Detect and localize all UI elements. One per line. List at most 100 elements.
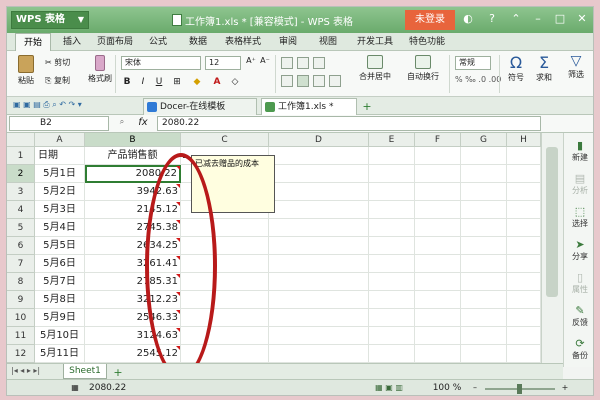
zoom-out-icon[interactable]: – xyxy=(469,383,481,392)
maximize-icon[interactable]: □ xyxy=(551,12,569,25)
number-format-select[interactable]: 常规 xyxy=(455,56,491,70)
column-header-h[interactable]: H xyxy=(507,133,541,147)
empty-cell[interactable] xyxy=(369,291,415,309)
empty-cell[interactable] xyxy=(461,147,507,165)
font-color-icon[interactable]: A xyxy=(211,75,223,89)
tab-developer[interactable]: 开发工具 xyxy=(353,33,397,51)
zoom-in-icon[interactable]: + xyxy=(559,383,571,392)
sidebar-item-3[interactable]: ➤ 分享 xyxy=(564,238,593,262)
login-button[interactable]: 未登录 xyxy=(405,10,455,30)
row-header[interactable]: 9 xyxy=(7,291,35,309)
empty-cell[interactable] xyxy=(269,345,369,363)
scrollbar-thumb[interactable] xyxy=(546,147,558,297)
empty-cell[interactable] xyxy=(415,327,461,345)
column-header-b[interactable]: B xyxy=(85,133,181,147)
formula-input[interactable]: 2080.22 xyxy=(157,116,541,131)
tab-home[interactable]: 开始 xyxy=(15,33,51,51)
select-all-corner[interactable] xyxy=(7,133,35,147)
tab-table-style[interactable]: 表格样式 xyxy=(221,33,265,51)
empty-cell[interactable] xyxy=(461,327,507,345)
skin-icon[interactable]: ◐ xyxy=(459,12,477,25)
header-cell-date[interactable]: 日期 xyxy=(35,147,85,165)
align-middle-icon[interactable] xyxy=(297,57,309,69)
tab-special-features[interactable]: 特色功能 xyxy=(405,33,449,51)
empty-cell[interactable] xyxy=(415,147,461,165)
tab-formulas[interactable]: 公式 xyxy=(143,33,173,51)
sheet-tab-sheet1[interactable]: Sheet1 xyxy=(63,364,107,379)
underline-icon[interactable]: U xyxy=(153,75,165,89)
empty-cell[interactable] xyxy=(415,219,461,237)
view-mode-icons[interactable]: ▦ ▣ ▥ xyxy=(359,383,419,392)
sidebar-item-5[interactable]: ✎ 反馈 xyxy=(564,304,593,328)
empty-cell[interactable] xyxy=(269,183,369,201)
tab-insert[interactable]: 插入 xyxy=(57,33,87,51)
row-header[interactable]: 3 xyxy=(7,183,35,201)
cut-button[interactable]: ✂ 剪切 xyxy=(45,57,85,68)
row-header[interactable]: 11 xyxy=(7,327,35,345)
date-cell[interactable]: 5月9日 xyxy=(35,309,85,327)
wrap-text-button[interactable]: 自动换行 xyxy=(401,55,445,82)
wps-app-menu[interactable]: WPS 表格 ▼ xyxy=(11,11,89,29)
empty-cell[interactable] xyxy=(507,219,541,237)
minimize-icon[interactable]: – xyxy=(529,12,547,25)
empty-cell[interactable] xyxy=(369,219,415,237)
font-size-select[interactable]: 12 xyxy=(205,56,241,70)
justify-icon[interactable] xyxy=(329,75,341,87)
tab-docer-templates[interactable]: Docer-在线模板 xyxy=(143,98,257,115)
sidebar-item-1[interactable]: ▤ 分析 xyxy=(564,172,593,196)
zoom-formula-icon[interactable]: ⌕ xyxy=(115,117,129,127)
date-cell[interactable]: 5月8日 xyxy=(35,291,85,309)
date-cell[interactable]: 5月1日 xyxy=(35,165,85,183)
new-tab-icon[interactable]: + xyxy=(361,100,373,113)
date-cell[interactable]: 5月5日 xyxy=(35,237,85,255)
empty-cell[interactable] xyxy=(369,327,415,345)
grow-font-icon[interactable]: A⁺ xyxy=(245,56,257,65)
empty-cell[interactable] xyxy=(461,273,507,291)
row-header[interactable]: 7 xyxy=(7,255,35,273)
align-right-icon[interactable] xyxy=(313,75,325,87)
empty-cell[interactable] xyxy=(415,345,461,363)
empty-cell[interactable] xyxy=(269,237,369,255)
format-painter-button[interactable]: 格式刷 xyxy=(87,55,113,84)
empty-cell[interactable] xyxy=(269,219,369,237)
empty-cell[interactable] xyxy=(507,309,541,327)
sum-button[interactable]: Σ 求和 xyxy=(531,53,557,83)
paste-button[interactable]: 粘贴 xyxy=(13,55,39,86)
empty-cell[interactable] xyxy=(415,273,461,291)
align-top-icon[interactable] xyxy=(281,57,293,69)
borders-icon[interactable]: ⊞ xyxy=(171,75,183,89)
quick-access-toolbar[interactable]: ▣ ▣ ▤ ⎙ ⌕ ↶ ↷ ▾ xyxy=(13,100,113,110)
merge-center-button[interactable]: 合并居中 xyxy=(353,55,397,82)
tab-page-layout[interactable]: 页面布局 xyxy=(93,33,137,51)
empty-cell[interactable] xyxy=(369,345,415,363)
sidebar-item-0[interactable]: ▮ 新建 xyxy=(564,139,593,163)
tab-review[interactable]: 审阅 xyxy=(273,33,303,51)
empty-cell[interactable] xyxy=(269,327,369,345)
empty-cell[interactable] xyxy=(415,237,461,255)
tab-view[interactable]: 视图 xyxy=(313,33,343,51)
empty-cell[interactable] xyxy=(461,183,507,201)
row-header[interactable]: 6 xyxy=(7,237,35,255)
column-header-d[interactable]: D xyxy=(269,133,369,147)
close-icon[interactable]: ✕ xyxy=(573,12,591,25)
align-left-icon[interactable] xyxy=(281,75,293,87)
empty-cell[interactable] xyxy=(369,273,415,291)
align-bottom-icon[interactable] xyxy=(313,57,325,69)
empty-cell[interactable] xyxy=(369,255,415,273)
empty-cell[interactable] xyxy=(269,273,369,291)
align-center-icon[interactable] xyxy=(297,75,309,87)
empty-cell[interactable] xyxy=(415,183,461,201)
empty-cell[interactable] xyxy=(369,309,415,327)
add-sheet-icon[interactable]: + xyxy=(111,366,125,379)
column-header-f[interactable]: F xyxy=(415,133,461,147)
empty-cell[interactable] xyxy=(461,255,507,273)
empty-cell[interactable] xyxy=(507,147,541,165)
date-cell[interactable]: 5月4日 xyxy=(35,219,85,237)
zoom-level[interactable]: 100 % xyxy=(427,383,467,393)
column-header-a[interactable]: A xyxy=(35,133,85,147)
row-header[interactable]: 8 xyxy=(7,273,35,291)
empty-cell[interactable] xyxy=(269,147,369,165)
insert-function-icon[interactable]: fx xyxy=(133,117,153,128)
empty-cell[interactable] xyxy=(369,183,415,201)
sidebar-item-4[interactable]: ▯ 属性 xyxy=(564,271,593,295)
